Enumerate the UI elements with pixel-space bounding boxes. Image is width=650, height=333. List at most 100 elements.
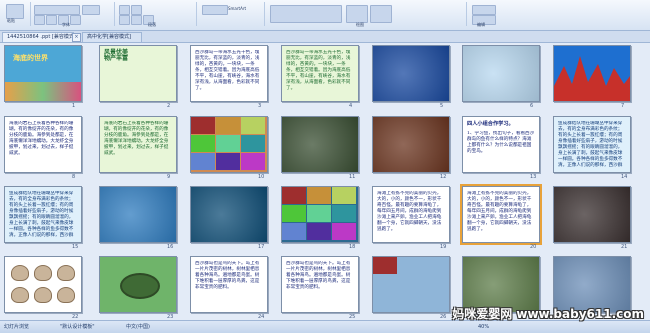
- slide-thumbnail-3[interactable]: 西沙群岛一带海水五光十色，瑰丽无比，有深蓝的，淡青的，浅绿的，杏黄的。一块块，一…: [190, 45, 268, 102]
- slide-thumbnail-25[interactable]: 西沙群岛也是鸟的天下。岛上有一片片茂密的树林，树林里栖息着各种海鸟。遍地都是鸟蛋…: [281, 256, 359, 313]
- photo-tile: [282, 223, 306, 240]
- slide-number: 20: [530, 244, 537, 250]
- smartart-button[interactable]: [202, 5, 228, 15]
- numbering-button[interactable]: [131, 5, 142, 15]
- slide-number: 8: [72, 174, 76, 180]
- slide-body-text: 鱼成群结队地在珊瑚丛中穿来穿去，有的全身布满彩色的条纹；有的头上长着一簇红缨；有…: [9, 191, 74, 237]
- photo-tile: [307, 205, 331, 222]
- font-color-button[interactable]: [70, 15, 81, 25]
- slide-body-text: 海底的岩石上长着各种各样的珊瑚，有的像绽开的花朵，有的像分枝的鹿角。海参到处都是…: [104, 121, 169, 156]
- seafloor-diagram-graphic: [554, 56, 630, 101]
- ribbon-group-smartart: SmartArt: [198, 2, 265, 26]
- slide-body-text: 海滩上有拣不完的美丽的贝壳，大的，小的，颜色不一，形状千奇百怪。最有趣的要算海龟…: [467, 191, 532, 232]
- font-name-select[interactable]: [34, 5, 80, 15]
- slide-thumbnail-22[interactable]: [4, 256, 82, 313]
- slide-title: 四人小组合作学习。: [467, 121, 514, 127]
- slide-thumbnail-12[interactable]: [372, 116, 450, 173]
- slide-number: 13: [530, 174, 537, 180]
- slide-number: 11: [349, 174, 356, 180]
- slide-number: 6: [530, 103, 534, 109]
- ribbon-label-font: 字体: [62, 22, 70, 27]
- ribbon-group-drawing: 绘图: [266, 2, 467, 27]
- photo-image: [463, 46, 539, 101]
- ribbon-group-clipboard: 粘贴: [2, 2, 31, 26]
- quick-styles-button[interactable]: [370, 5, 392, 23]
- slide-thumbnail-24[interactable]: 西沙群岛也是鸟的天下。岛上有一片片茂密的树林，树林里栖息着各种海鸟。遍地都是鸟蛋…: [190, 256, 268, 313]
- slide-thumbnail-21[interactable]: [553, 186, 631, 243]
- photo-tile: [332, 205, 356, 222]
- slide-number: 4: [349, 103, 353, 109]
- slide-number: 7: [621, 103, 625, 109]
- ribbon-label-drawing: 绘图: [356, 22, 364, 27]
- slide-thumbnail-1[interactable]: 海底的世界: [4, 45, 82, 102]
- slide-thumbnail-18[interactable]: [281, 186, 359, 243]
- photo-image: [100, 187, 176, 242]
- slide-body-text: 西沙群岛也是鸟的天下。岛上有一片片茂密的树林，树林里栖息着各种海鸟。遍地都是鸟蛋…: [195, 261, 260, 290]
- document-tab-bar: 1442510864 .ppt [兼容模式] × 高中化学[兼容模式]: [0, 31, 650, 43]
- slide-number: 5: [440, 103, 444, 109]
- photo-image: [191, 187, 267, 242]
- slide-body-text: 1、学习鱼，找出句子，看看西沙群岛的鱼有什么样的特点？海滩上都有什么？为什么说都…: [467, 131, 535, 154]
- shell-image: [57, 287, 75, 303]
- slide-sorter-view[interactable]: 海底的世界 1 风景优美 物产丰富 2 西沙群岛一带海水五光十色，瑰丽无比，有深蓝的，淡…: [0, 43, 650, 320]
- slide-thumbnail-8[interactable]: 海底的岩石上长着各种各样的珊瑚，有的像绽开的花朵，有的像分枝的鹿角。海参到处都是…: [4, 116, 82, 173]
- bullets-button[interactable]: [119, 5, 130, 15]
- shell-image: [11, 265, 29, 281]
- photo-image: [554, 257, 630, 312]
- photo-image: [554, 187, 630, 242]
- slide-number: 10: [258, 174, 265, 180]
- zoom-level[interactable]: 40%: [478, 323, 489, 331]
- slide-thumbnail-4[interactable]: 西沙群岛一带海水五光十色，瑰丽无比，有深蓝的，淡青的，浅绿的，杏黄的。一块块，一…: [281, 45, 359, 102]
- align-center-button[interactable]: [131, 15, 142, 25]
- slide-thumbnail-6[interactable]: [462, 45, 540, 102]
- slide-number: 17: [258, 244, 265, 250]
- slide-number: 12: [440, 174, 447, 180]
- ribbon-group-editing: 编辑: [468, 2, 508, 27]
- coral-reef-image: [5, 82, 81, 101]
- slide-title: 海底的世界: [13, 53, 48, 62]
- photo-tile: [241, 135, 265, 152]
- shapes-gallery[interactable]: [270, 5, 342, 23]
- photo-tile: [307, 187, 331, 204]
- slide-thumbnail-15[interactable]: 鱼成群结队地在珊瑚丛中穿来穿去，有的全身布满彩色的条纹；有的头上长着一簇红缨；有…: [4, 186, 82, 243]
- slide-thumbnail-7[interactable]: [553, 45, 631, 102]
- photo-tile: [307, 223, 331, 240]
- slide-body-text: 海滩上有拣不完的美丽的贝壳，大的，小的，颜色不一，形状千奇百怪。最有趣的要算海龟…: [377, 191, 442, 232]
- photo-tile: [282, 187, 306, 204]
- ribbon-label-paste: 粘贴: [7, 18, 15, 23]
- slide-number: 21: [621, 244, 628, 250]
- ribbon-label-smartart: SmartArt: [228, 6, 247, 11]
- align-left-button[interactable]: [119, 15, 130, 25]
- photo-tile: [241, 117, 265, 134]
- slide-thumbnail-13[interactable]: 四人小组合作学习。 1、学习鱼，找出句子，看看西沙群岛的鱼有什么样的特点？海滩上都…: [462, 116, 540, 173]
- photo-tile: [216, 135, 240, 152]
- shell-image: [57, 265, 75, 281]
- paste-button[interactable]: [6, 4, 24, 19]
- slide-thumbnail-17[interactable]: [190, 186, 268, 243]
- photo-tile: [216, 117, 240, 134]
- font-size-select[interactable]: [82, 5, 100, 15]
- close-icon[interactable]: ×: [72, 33, 81, 42]
- slide-thumbnail-2[interactable]: 风景优美 物产丰富: [99, 45, 177, 102]
- slide-thumbnail-26[interactable]: [372, 256, 450, 313]
- slide-thumbnail-10[interactable]: [190, 116, 268, 173]
- slide-thumbnail-23[interactable]: [99, 256, 177, 313]
- find-button[interactable]: [472, 5, 496, 15]
- slide-thumbnail-14[interactable]: 鱼成群结队地在珊瑚丛中穿来穿去，有的全身布满彩色的条纹；有的头上长着一簇红缨；有…: [553, 116, 631, 173]
- photo-image: [463, 257, 539, 312]
- tab-document-2[interactable]: 高中化学[兼容模式]: [82, 32, 142, 42]
- slide-thumbnail-9[interactable]: 海底的岩石上长着各种各样的珊瑚，有的像绽开的花朵，有的像分枝的鹿角。海参到处都是…: [99, 116, 177, 173]
- slide-thumbnail-20[interactable]: 海滩上有拣不完的美丽的贝壳，大的，小的，颜色不一，形状千奇百怪。最有趣的要算海龟…: [460, 184, 542, 245]
- slide-thumbnail-16[interactable]: [99, 186, 177, 243]
- photo-image: [282, 117, 358, 172]
- arrange-button[interactable]: [346, 5, 368, 23]
- photo-tile: [282, 205, 306, 222]
- status-language: 中文(中国): [126, 324, 150, 330]
- slide-number: 3: [258, 103, 262, 109]
- italic-button[interactable]: [46, 15, 57, 25]
- slide-thumbnail-5[interactable]: [372, 45, 450, 102]
- bold-button[interactable]: [34, 15, 45, 25]
- tab-document-1[interactable]: 1442510864 .ppt [兼容模式]: [2, 32, 76, 42]
- slide-thumbnail-11[interactable]: [281, 116, 359, 173]
- slide-thumbnail-19[interactable]: 海滩上有拣不完的美丽的贝壳，大的，小的，颜色不一，形状千奇百怪。最有趣的要算海龟…: [372, 186, 450, 243]
